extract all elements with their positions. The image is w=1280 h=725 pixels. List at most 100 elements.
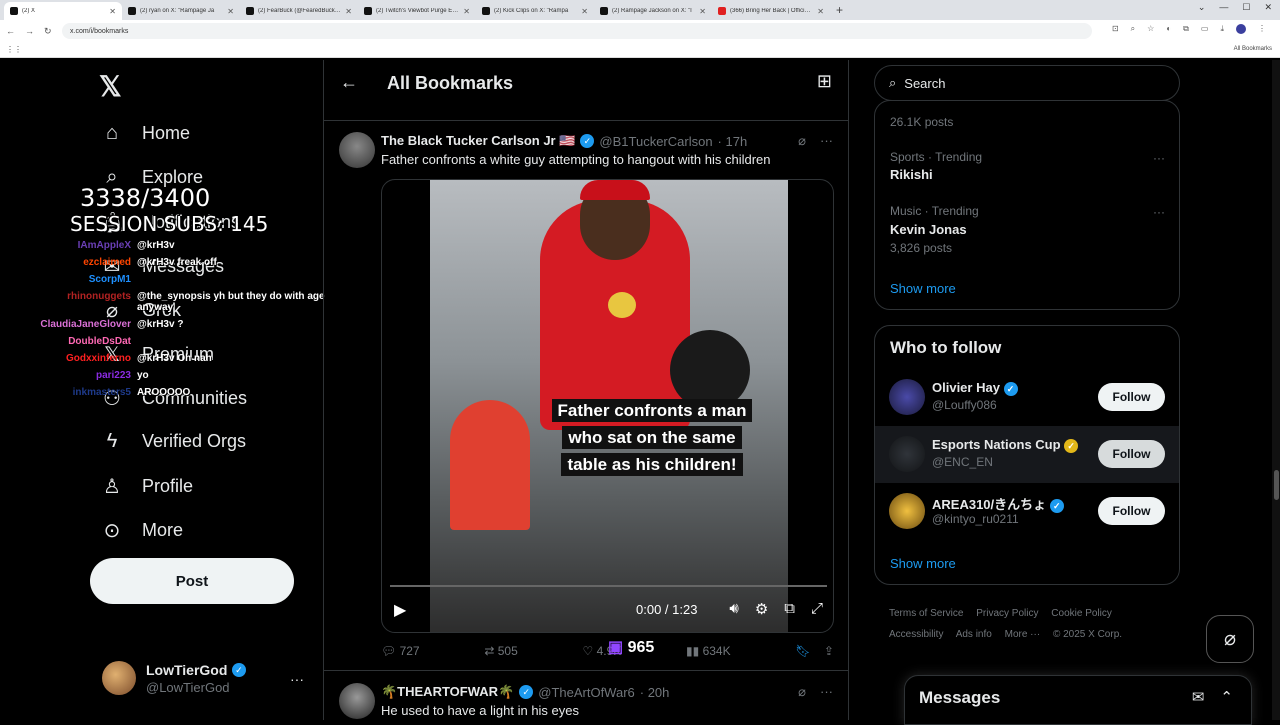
more-options-icon[interactable]: ··· xyxy=(1153,205,1165,219)
avatar[interactable] xyxy=(339,132,375,168)
post-button[interactable]: Post xyxy=(90,558,294,604)
close-tab-icon[interactable]: ✕ xyxy=(109,7,116,16)
nav-verified-orgs[interactable]: ϟ Verified Orgs xyxy=(100,430,246,453)
pip-icon[interactable]: ⧉ xyxy=(784,600,795,618)
all-bookmarks-link[interactable]: All Bookmarks xyxy=(1234,46,1272,52)
sidebar-icon[interactable]: ▭ xyxy=(1201,24,1209,34)
close-tab-icon[interactable]: ✕ xyxy=(463,7,470,16)
browser-tab[interactable]: (2) ryan on X: "Rampage Ja ✕ xyxy=(122,2,240,20)
show-more-link[interactable]: Show more xyxy=(890,556,956,571)
play-icon[interactable]: ▶ xyxy=(394,600,406,620)
follow-button[interactable]: Follow xyxy=(1098,440,1165,468)
x-favicon-icon xyxy=(246,7,254,15)
grok-icon[interactable]: ⌀ xyxy=(1206,615,1254,663)
messages-drawer[interactable]: Messages ✉ ⌃ xyxy=(904,675,1252,725)
search-input[interactable]: ⌕ Search xyxy=(874,65,1180,101)
close-tab-icon[interactable]: ✕ xyxy=(817,7,824,16)
browser-tab[interactable]: (366) Bring Her Back | Official T ✕ xyxy=(712,2,830,20)
reply-button[interactable]: 💬︎ 727 xyxy=(381,644,420,658)
more-options-icon[interactable]: ··· xyxy=(1153,151,1165,165)
expand-icon[interactable]: ⌃ xyxy=(1220,688,1233,706)
scrollbar-thumb[interactable] xyxy=(1274,470,1279,500)
section-title: Who to follow xyxy=(890,338,1002,357)
reply-icon: 💬︎ xyxy=(381,644,397,658)
chat-message: inkmasters5 AROOOOO xyxy=(72,387,191,398)
show-more-link[interactable]: Show more xyxy=(890,281,956,296)
browser-tab[interactable]: (2) FearBuck (@FearedBuck) / X ✕ xyxy=(240,2,358,20)
forward-nav-icon[interactable]: → xyxy=(25,26,34,36)
browser-tab[interactable]: (2) Kick Clips on X: "Rampa ✕ xyxy=(476,2,594,20)
nav-more[interactable]: ⊙ More xyxy=(100,518,183,543)
tweet-text: He used to have a light in his eyes xyxy=(381,703,580,718)
left-sidebar: 𝕏 ⌂ Home ⌕ Explore 🔔︎ Notifications ✉ Messag… xyxy=(0,60,325,720)
browser-tab[interactable]: (2) Rampage Jackson on X: "I ✕ xyxy=(594,2,712,20)
divider xyxy=(324,670,848,671)
new-message-icon[interactable]: ✉ xyxy=(1192,688,1205,706)
download-icon[interactable]: ⤓ xyxy=(1220,24,1224,34)
follow-button[interactable]: Follow xyxy=(1098,497,1165,525)
close-tab-icon[interactable]: ✕ xyxy=(699,7,706,16)
video-caption: Father confronts a man who sat on the sa… xyxy=(532,397,772,478)
browser-tab[interactable]: (2) X ✕ xyxy=(4,2,122,20)
video-scene-shirt-print xyxy=(608,292,636,318)
x-logo-icon[interactable]: 𝕏 xyxy=(99,70,122,103)
close-tab-icon[interactable]: ✕ xyxy=(581,7,588,16)
close-window-icon[interactable]: ✕ xyxy=(1264,2,1272,13)
fullscreen-icon[interactable]: ⤢ xyxy=(811,600,823,618)
twitch-icon: ▣ xyxy=(608,639,624,656)
more-options-icon[interactable]: ··· xyxy=(820,684,833,700)
menu-icon[interactable]: ⋮ xyxy=(1258,24,1266,34)
follow-suggestion[interactable]: Olivier Hay ✓ @Louffy086 Follow xyxy=(875,369,1179,426)
settings-icon[interactable]: ⚙ xyxy=(755,600,768,618)
chat-message: ClaudiaJaneGlover @krH3v ? xyxy=(40,319,184,330)
close-tab-icon[interactable]: ✕ xyxy=(345,7,352,16)
install-icon[interactable]: ⊡ xyxy=(1112,24,1119,34)
volume-icon[interactable]: 🔊︎ xyxy=(729,600,738,618)
trend-item[interactable]: Kevin Jonas xyxy=(890,222,967,237)
divider xyxy=(324,120,848,121)
views-button[interactable]: ▮▮ 634K xyxy=(686,644,731,658)
chart-icon: ▮▮ xyxy=(686,644,700,658)
session-subs: SESSION SUBS: 145 xyxy=(70,212,269,236)
new-tab-button[interactable]: + xyxy=(836,3,843,17)
more-options-icon[interactable]: ··· xyxy=(290,671,304,687)
profile-avatar[interactable] xyxy=(1236,24,1246,34)
tab-search-icon[interactable]: ⌄ xyxy=(1198,2,1206,13)
share-icon[interactable]: ⇪ xyxy=(824,644,834,658)
zoom-icon[interactable]: ⌕ xyxy=(1131,24,1135,34)
repost-button[interactable]: ⇄ 505 xyxy=(484,644,517,658)
bookmark-icon[interactable]: 🔖︎ xyxy=(795,644,810,658)
minimize-icon[interactable]: — xyxy=(1219,2,1228,13)
nav-home[interactable]: ⌂ Home xyxy=(100,122,190,145)
account-switcher[interactable]: LowTierGod ✓ @LowTierGod ··· xyxy=(102,661,312,695)
grok-icon[interactable]: ⌀ xyxy=(798,133,806,149)
follow-suggestion[interactable]: AREA310/きんちょ ✓ @kintyo_ru0211 Follow xyxy=(875,483,1179,540)
video-player[interactable]: Father confronts a man who sat on the sa… xyxy=(381,179,834,633)
puzzle-icon[interactable]: ⧉ xyxy=(1183,24,1189,34)
scrollbar[interactable] xyxy=(1272,60,1280,720)
avatar xyxy=(889,379,925,415)
bookmark-folder-icon[interactable]: ⊞ xyxy=(817,71,832,92)
more-options-icon[interactable]: ··· xyxy=(820,133,833,149)
follow-suggestion[interactable]: Esports Nations Cup ✓ @ENC_EN Follow xyxy=(875,426,1179,483)
back-nav-icon[interactable]: ← xyxy=(6,26,15,36)
chat-message: pari223 yo xyxy=(95,370,149,381)
maximize-icon[interactable]: ☐ xyxy=(1242,2,1250,13)
nav-profile[interactable]: ♙ Profile xyxy=(100,474,193,499)
close-tab-icon[interactable]: ✕ xyxy=(227,7,234,16)
follow-button[interactable]: Follow xyxy=(1098,383,1165,411)
video-progress-bar[interactable] xyxy=(390,585,827,587)
url-field[interactable]: x.com/i/bookmarks xyxy=(62,23,1092,39)
tweet-header: 🌴THEARTOFWAR🌴 ✓ @TheArtOfWar6 · 20h xyxy=(381,684,670,700)
chat-message: IAmAppleX @krH3v xyxy=(77,240,175,251)
apps-icon[interactable]: ⋮⋮ xyxy=(6,45,22,54)
star-icon[interactable]: ☆ xyxy=(1147,24,1154,34)
extension-icon[interactable]: ◐ xyxy=(1166,24,1171,34)
back-arrow-icon[interactable]: ← xyxy=(340,72,358,93)
reload-icon[interactable]: ↻ xyxy=(44,26,52,37)
browser-toolbar-icons: ⊡ ⌕ ☆ ◐ ⧉ ▭ ⤓ ⋮ xyxy=(1112,24,1266,34)
grok-icon[interactable]: ⌀ xyxy=(798,684,806,700)
avatar[interactable] xyxy=(339,683,375,719)
trend-item[interactable]: Rikishi xyxy=(890,167,933,182)
browser-tab[interactable]: (2) Twitch's Viewbot Purge Expo ✕ xyxy=(358,2,476,20)
